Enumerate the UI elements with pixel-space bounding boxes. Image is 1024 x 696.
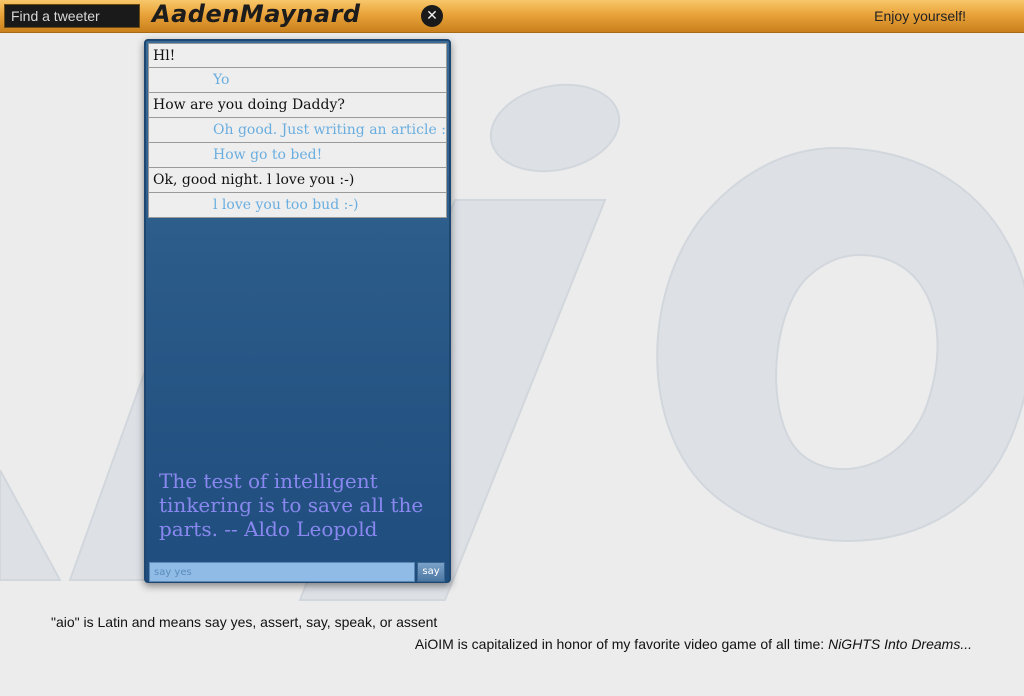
say-button[interactable]: say bbox=[417, 562, 445, 582]
username-title: AadenMaynard bbox=[152, 0, 361, 28]
message-item: Ok, good night. l love you :-) bbox=[148, 168, 447, 193]
message-item: How are you doing Daddy? bbox=[148, 93, 447, 118]
chat-window: Hl! Yo How are you doing Daddy? Oh good.… bbox=[144, 39, 451, 583]
find-tweeter-input[interactable] bbox=[4, 4, 140, 28]
close-icon[interactable]: ✕ bbox=[421, 5, 443, 27]
top-bar: AadenMaynard ✕ Enjoy yourself! bbox=[0, 0, 1024, 33]
chat-message-input[interactable] bbox=[149, 562, 415, 582]
message-item: Oh good. Just writing an article :-) bbox=[148, 118, 447, 143]
message-item: Hl! bbox=[148, 43, 447, 68]
quote-text: The test of intelligent tinkering is to … bbox=[159, 469, 424, 541]
footer-capitalization-note: AiOIM is capitalized in honor of my favo… bbox=[415, 636, 972, 652]
message-item: How go to bed! bbox=[148, 143, 447, 168]
message-item: Yo bbox=[148, 68, 447, 93]
footer-note-prefix: AiOIM is capitalized in honor of my favo… bbox=[414, 636, 829, 652]
message-list: Hl! Yo How are you doing Daddy? Oh good.… bbox=[148, 43, 447, 218]
footer-aio-meaning: "aio" is Latin and means say yes, assert… bbox=[51, 614, 438, 630]
message-item: l love you too bud :-) bbox=[148, 193, 447, 218]
game-title: NiGHTS Into Dreams... bbox=[828, 636, 972, 652]
motto-text: Enjoy yourself! bbox=[874, 8, 966, 24]
